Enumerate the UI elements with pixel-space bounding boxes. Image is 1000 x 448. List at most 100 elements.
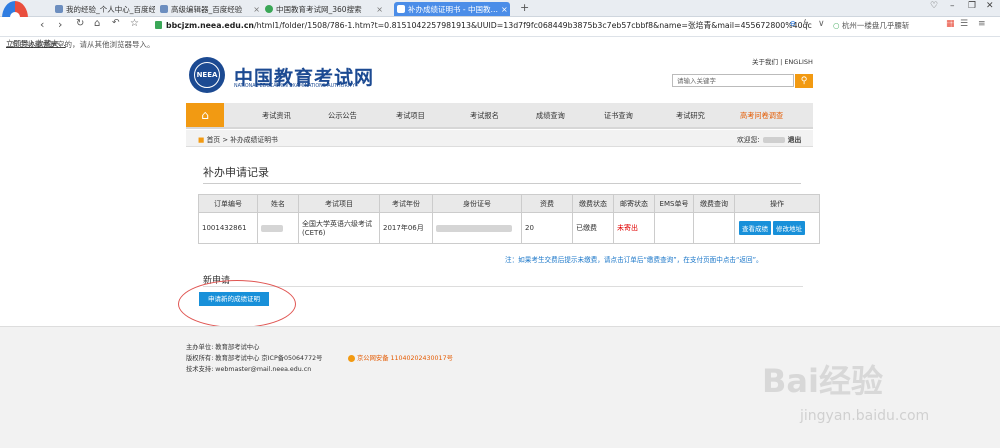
tab-close-icon[interactable]: ×: [501, 5, 508, 14]
logout-link[interactable]: 退出: [788, 136, 802, 144]
page-favicon-icon: [160, 5, 168, 13]
browser-search-box[interactable]: ○ 杭州一楼盘几乎腰斩: [833, 20, 909, 31]
column-header: 考试项目: [298, 194, 380, 213]
search-suggestion: 杭州一楼盘几乎腰斩: [841, 21, 910, 30]
neea-logo[interactable]: NEEA: [189, 57, 225, 93]
nav-item[interactable]: 成绩查询: [536, 111, 565, 121]
payment-note: 注：如果考生交费后提示未缴费，请点击订单后“缴费查询”，在支付页面中点击“返回”…: [505, 256, 763, 264]
menu-icon[interactable]: ≡: [978, 19, 986, 29]
apps-grid-icon[interactable]: ▦: [946, 19, 955, 29]
url-path: /html1/folder/1508/786-1.htm?t=0.8151042…: [254, 21, 812, 30]
mail-status-cell: 未寄出: [613, 212, 655, 244]
footer-copyright: 版权所有: 教育部考试中心 京ICP备05064772号: [186, 355, 323, 362]
browser-tab[interactable]: 我的经验_个人中心_百度经… ×: [55, 2, 155, 16]
forward-icon[interactable]: ›: [58, 18, 62, 31]
column-header: 缴费状态: [572, 194, 614, 213]
ems-cell: [654, 212, 694, 244]
redacted-id: [436, 224, 512, 232]
name-cell: [257, 212, 299, 244]
nav-item-survey[interactable]: 高考问卷调查: [740, 111, 783, 121]
column-header: 缴费查询: [693, 194, 735, 213]
divider: [203, 183, 801, 184]
annotation-ellipse: [178, 280, 296, 328]
column-header: 资费: [521, 194, 573, 213]
column-header: 姓名: [257, 194, 299, 213]
site-name-en: NATIONAL EDUCATION EXAMINATIONS AUTHORIT…: [234, 84, 356, 89]
table-header-row: 订单编号 姓名 考试项目 考试年份 身份证号 资费 缴费状态 邮寄状态 EMS单…: [198, 194, 820, 213]
tab-title: 高级编辑器_百度经验: [171, 4, 243, 14]
footer-police[interactable]: 京公网安备 11040202430017号: [348, 353, 453, 362]
breadcrumb-text[interactable]: 首页 > 补办成绩证明书: [207, 136, 278, 144]
address-bar[interactable]: bbcjzm.neea.edu.cn/html1/folder/1508/786…: [166, 20, 812, 31]
column-header: 邮寄状态: [613, 194, 655, 213]
search-engine-icon: ○: [833, 21, 840, 30]
nav-item[interactable]: 考试项目: [396, 111, 425, 121]
extensions-icon[interactable]: ☰: [960, 19, 968, 29]
search-icon[interactable]: ⚲: [795, 74, 813, 88]
nav-item[interactable]: 证书查询: [604, 111, 633, 121]
breadcrumb-bar: [186, 130, 813, 147]
ie-mode-icon[interactable]: e: [790, 19, 796, 29]
record-section-title: 补办申请记录: [203, 166, 269, 179]
column-header: 操作: [734, 194, 820, 213]
shirt-icon[interactable]: ♡: [930, 1, 938, 11]
page-favicon-icon: [397, 5, 405, 13]
redacted-name: [261, 224, 283, 232]
pay-status-cell: 已缴费: [572, 212, 614, 244]
baidu-watermark: Bai经验: [762, 362, 883, 400]
tab-title: 我的经验_个人中心_百度经…: [66, 4, 155, 14]
table-row[interactable]: 1001432861 全国大学英语六级考试(CET6) 2017年06月 20 …: [198, 212, 820, 244]
top-links[interactable]: 关于我们 | ENGLISH: [752, 56, 813, 66]
record-table: 订单编号 姓名 考试项目 考试年份 身份证号 资费 缴费状态 邮寄状态 EMS单…: [198, 194, 820, 244]
footer-host: 主办单位: 教育部考试中心: [186, 344, 260, 351]
security-shield-icon[interactable]: [155, 21, 162, 29]
watermark-url: jingyan.baidu.com: [800, 408, 930, 424]
column-header: 考试年份: [379, 194, 433, 213]
footer-support: 技术支持: webmaster@mail.neea.edu.cn: [186, 366, 312, 373]
favorite-star-icon[interactable]: ☆: [130, 18, 139, 29]
redacted-username: [762, 137, 785, 143]
home-icon[interactable]: ⌂: [186, 103, 224, 127]
order-number[interactable]: 1001432861: [198, 212, 258, 244]
welcome-label: 欢迎您:: [737, 136, 760, 144]
back-icon[interactable]: ‹: [40, 18, 44, 31]
site-search-input[interactable]: 请输入关键字: [672, 74, 794, 87]
close-window-icon[interactable]: ✕: [986, 1, 994, 11]
edit-address-button[interactable]: 修改地址: [773, 221, 805, 235]
dropdown-chevron-icon[interactable]: ∨: [818, 19, 825, 29]
id-cell: [432, 212, 522, 244]
actions-cell: 查看成绩 修改地址: [734, 212, 820, 244]
browser-tab[interactable]: 中国教育考试网_360搜索 ×: [265, 2, 383, 16]
lightning-icon[interactable]: ϟ: [803, 19, 809, 29]
nav-item[interactable]: 考试研究: [676, 111, 705, 121]
breadcrumb: ■ 首页 > 补办成绩证明书: [198, 134, 278, 144]
nav-item[interactable]: 公示公告: [328, 111, 357, 121]
minimize-icon[interactable]: –: [950, 1, 955, 11]
restore-icon[interactable]: ❐: [968, 1, 976, 11]
welcome-area: 欢迎您: 退出: [737, 134, 801, 144]
browser-tab[interactable]: 高级编辑器_百度经验 ×: [160, 2, 260, 16]
column-header: EMS单号: [654, 194, 694, 213]
column-header: 身份证号: [432, 194, 522, 213]
tab-close-icon[interactable]: ×: [376, 5, 383, 14]
view-score-button[interactable]: 查看成绩: [739, 221, 771, 235]
fee-cell: 20: [521, 212, 573, 244]
home-icon[interactable]: ⌂: [94, 18, 100, 29]
pay-query-cell[interactable]: [693, 212, 735, 244]
new-tab-icon[interactable]: +: [520, 1, 529, 14]
tab-close-icon[interactable]: ×: [253, 5, 260, 14]
police-text: 京公网安备 11040202430017号: [357, 355, 453, 362]
tab-title: 补办成绩证明书 - 中国教…: [408, 4, 498, 14]
divider: [203, 286, 803, 287]
nav-item[interactable]: 考试报名: [470, 111, 499, 121]
browser-tab-active[interactable]: 补办成绩证明书 - 中国教… ×: [394, 2, 510, 16]
refresh-icon[interactable]: ↻: [76, 18, 84, 29]
url-host: bbcjzm.neea.edu.cn: [166, 21, 254, 30]
page-favicon-icon: [55, 5, 63, 13]
nav-item[interactable]: 考试资讯: [262, 111, 291, 121]
undo-close-tab-icon[interactable]: ↶: [112, 18, 120, 28]
year-cell: 2017年06月: [379, 212, 433, 244]
home-small-icon: ■: [198, 136, 205, 144]
logo-text: NEEA: [196, 71, 218, 79]
favorites-bar: 您的收藏夹是空的，请从其他浏览器导入。 立即导入收藏夹...: [0, 37, 1000, 49]
